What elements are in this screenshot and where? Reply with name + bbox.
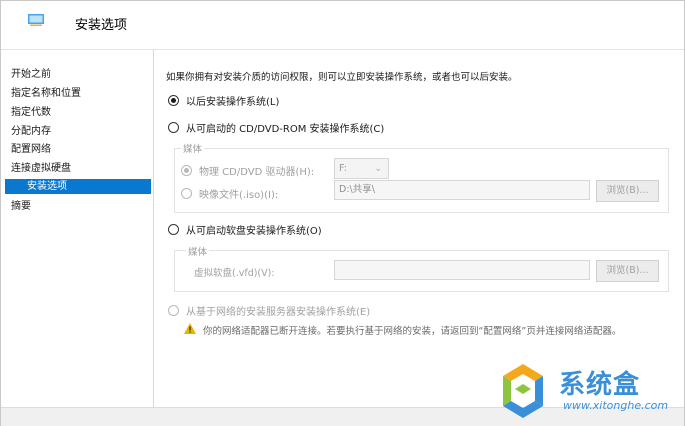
- warning-icon: [184, 323, 196, 334]
- sidebar-item-name-location[interactable]: 指定名称和位置: [11, 86, 81, 101]
- install-later-option[interactable]: 以后安装操作系统(L): [168, 93, 280, 108]
- vfd-label: 虚拟软盘(.vfd)(V):: [194, 268, 275, 279]
- sidebar-item-generation[interactable]: 指定代数: [11, 105, 51, 120]
- vfd-path-input[interactable]: [334, 260, 590, 280]
- install-cd-option[interactable]: 从可启动的 CD/DVD-ROM 安装操作系统(C): [168, 120, 385, 135]
- watermark-url: www.xitonghe.com: [563, 399, 669, 412]
- radio-install-network[interactable]: [168, 304, 179, 316]
- install-cd-label: 从可启动的 CD/DVD-ROM 安装操作系统(C): [186, 123, 385, 135]
- cd-media-group-label: 媒体: [181, 141, 205, 155]
- radio-physical-drive[interactable]: [181, 164, 192, 176]
- xitonghe-logo-icon: [503, 364, 543, 418]
- chevron-down-icon: ⌄: [374, 164, 382, 174]
- install-floppy-label: 从可启动软盘安装操作系统(O): [186, 225, 322, 237]
- watermark: 系统盒 www.xitonghe.com: [497, 362, 677, 424]
- radio-iso-image[interactable]: [181, 187, 192, 199]
- sidebar-item-install-options[interactable]: 安装选项: [5, 179, 151, 194]
- install-network-option[interactable]: 从基于网络的安装服务器安装操作系统(E): [168, 303, 371, 318]
- wizard-sidebar: 开始之前 指定名称和位置 指定代数 分配内存 配置网络 连接虚拟硬盘 安装选项 …: [1, 50, 154, 407]
- radio-install-floppy[interactable]: [168, 223, 179, 235]
- install-floppy-option[interactable]: 从可启动软盘安装操作系统(O): [168, 222, 322, 237]
- physical-drive-value: F:: [339, 163, 347, 174]
- install-network-label: 从基于网络的安装服务器安装操作系统(E): [186, 306, 371, 318]
- watermark-name: 系统盒: [559, 370, 641, 400]
- floppy-media-group-label: 媒体: [186, 244, 210, 258]
- sidebar-item-memory[interactable]: 分配内存: [11, 124, 51, 139]
- iso-image-option[interactable]: 映像文件(.iso)(I):: [181, 186, 279, 201]
- iso-path-input[interactable]: D:\共享\: [334, 180, 590, 200]
- radio-install-later[interactable]: [168, 94, 179, 106]
- sidebar-item-label: 安装选项: [27, 181, 67, 192]
- wizard-header: 安装选项: [1, 1, 684, 50]
- intro-text: 如果你拥有对安装介质的访问权限，则可以立即安装操作系统，或者也可以后安装。: [166, 72, 518, 83]
- physical-drive-label: 物理 CD/DVD 驱动器(H):: [199, 166, 315, 178]
- network-warning-text: 你的网络适配器已断开连接。若要执行基于网络的安装，请返回到“配置网络”页并连接网…: [203, 326, 622, 337]
- sidebar-item-network[interactable]: 配置网络: [11, 142, 51, 157]
- sidebar-item-virtual-disk[interactable]: 连接虚拟硬盘: [11, 161, 71, 176]
- physical-drive-select[interactable]: F: ⌄: [334, 158, 389, 179]
- sidebar-item-before-you-begin[interactable]: 开始之前: [11, 67, 51, 82]
- hyperv-wizard-icon: [28, 14, 44, 26]
- install-later-label: 以后安装操作系统(L): [186, 96, 280, 108]
- radio-install-cd[interactable]: [168, 121, 179, 133]
- physical-drive-option[interactable]: 物理 CD/DVD 驱动器(H):: [181, 163, 315, 178]
- install-options-panel: 如果你拥有对安装介质的访问权限，则可以立即安装操作系统，或者也可以后安装。 以后…: [154, 50, 684, 407]
- sidebar-item-summary[interactable]: 摘要: [11, 199, 31, 214]
- page-title: 安装选项: [75, 18, 128, 33]
- browse-vfd-button[interactable]: 浏览(B)...: [596, 260, 659, 282]
- browse-iso-button[interactable]: 浏览(B)...: [596, 180, 659, 202]
- iso-image-label: 映像文件(.iso)(I):: [199, 189, 279, 201]
